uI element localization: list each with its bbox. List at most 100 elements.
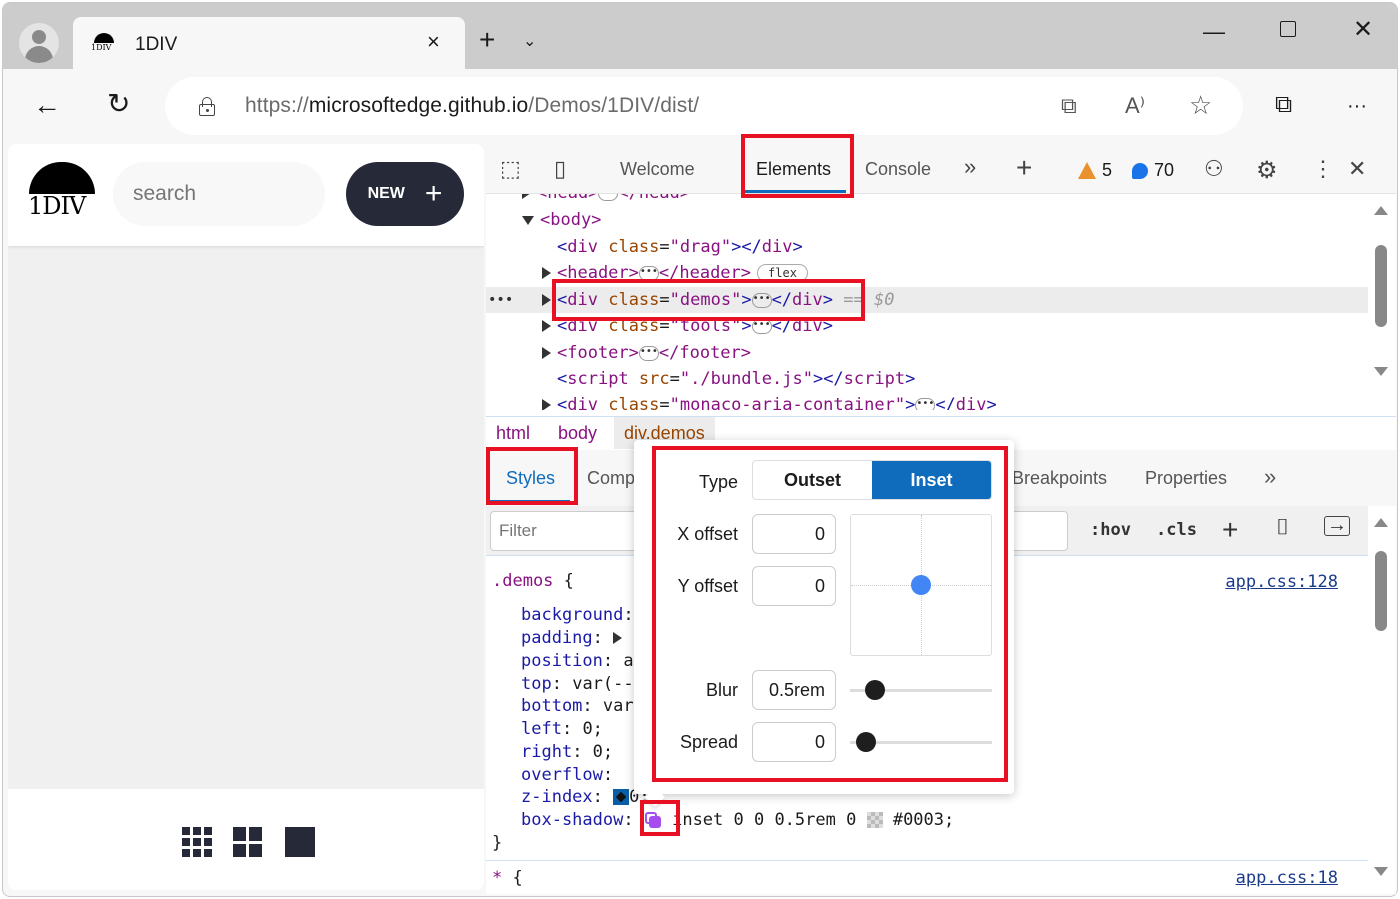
scroll-up-icon[interactable] [1374,518,1388,527]
grid-3x3-icon[interactable] [182,827,212,857]
tab-elements[interactable]: Elements [756,159,831,180]
style-prop-overflow[interactable]: overflow: [521,764,623,787]
spread-slider[interactable] [850,732,992,752]
search-input[interactable] [113,162,325,226]
collections-icon[interactable]: ⧉ [1275,91,1292,119]
inset-option[interactable]: Inset [872,461,991,499]
style-prop-top[interactable]: top: var(-- [521,673,634,696]
back-arrow-icon[interactable]: ← [33,89,61,121]
more-options-icon[interactable]: ··· [1347,95,1367,118]
dom-node-body[interactable]: <body> [486,207,1368,233]
outset-option[interactable]: Outset [753,461,872,499]
warnings-badge[interactable]: 5 [1078,160,1112,181]
tab-actions-chevron-down-icon[interactable]: ⌄ [523,31,536,51]
style-prop-bottom[interactable]: bottom: var [521,695,634,718]
flex-badge[interactable]: flex [757,264,808,282]
tab-welcome[interactable]: Welcome [620,159,695,180]
tab-close-icon[interactable]: × [427,29,440,55]
messages-badge[interactable]: 70 [1132,160,1174,181]
tab-title: 1DIV [135,34,178,55]
tab-computed[interactable]: Comp [587,468,635,489]
dom-node-drag[interactable]: <div class="drag"></div> [486,234,1368,260]
dom-node-footer[interactable]: <footer>•••</footer> [486,340,1368,366]
maximize-button[interactable] [1280,21,1296,37]
blur-input[interactable] [752,670,836,710]
read-aloud-icon[interactable]: A⁾ [1125,93,1145,119]
spread-slider-thumb[interactable] [856,732,877,752]
new-style-rule-icon[interactable]: + [1222,514,1238,546]
add-tab-icon[interactable]: + [1016,152,1032,184]
source-link-app-css-18[interactable]: app.css:18 [1236,868,1338,888]
dom-node-head[interactable]: <head>•••</head> [486,194,1368,206]
style-prop-position[interactable]: position: a [521,650,634,673]
paintbrush-icon[interactable]: ⌷ [1276,514,1289,540]
style-prop-left[interactable]: left: 0; [521,718,603,741]
node-actions-icon[interactable]: ••• [488,287,513,313]
style-prop-z-index[interactable]: z-index: 0; [521,786,650,809]
device-emulation-icon[interactable]: ▯ [554,156,566,182]
color-swatch[interactable] [866,812,883,828]
offset-xy-pad[interactable] [850,514,992,656]
dom-tree: <head>•••</head> <body> <div class="drag… [486,194,1368,410]
url-text[interactable]: https://microsoftedge.github.io/Demos/1D… [245,94,699,118]
profile-avatar[interactable] [19,23,59,63]
scroll-up-icon[interactable] [1374,206,1388,215]
lock-icon[interactable] [199,97,215,116]
window-close-button[interactable]: ✕ [1353,15,1373,44]
y-offset-input[interactable] [752,566,836,606]
rule-universal-selector[interactable]: * { [492,867,523,890]
new-button[interactable]: NEW + [346,162,464,226]
more-tabs-icon[interactable]: » [964,154,976,180]
dom-node-tools[interactable]: <div class="tools">•••</div> [486,313,1368,339]
styles-scrollbar[interactable] [1374,518,1388,876]
scrollbar-thumb[interactable] [1375,245,1387,327]
close-devtools-icon[interactable]: ✕ [1348,156,1366,182]
style-prop-box-shadow[interactable]: box-shadow: inset 0 0 0.5rem 0 #0003; [521,809,954,832]
style-prop-background[interactable]: background: [521,604,634,627]
scroll-down-icon[interactable] [1374,367,1388,376]
rule-selector[interactable]: .demos { [492,570,574,593]
favorite-star-icon[interactable]: ☆ [1189,90,1212,121]
open-in-app-icon[interactable]: ⧉ [1061,93,1077,119]
feedback-icon[interactable]: ⚇ [1204,156,1224,182]
scrollbar-thumb[interactable] [1375,551,1387,631]
offset-handle[interactable] [911,575,931,595]
breadcrumb-html[interactable]: html [496,423,530,444]
address-bar[interactable]: https://microsoftedge.github.io/Demos/1D… [165,77,1243,135]
inspect-element-icon[interactable]: ⬚ [500,156,521,182]
grid-2x2-icon[interactable] [233,827,263,857]
dom-node-demos[interactable]: ••• <div class="demos">•••</div> == $0 [486,287,1368,313]
tab-styles[interactable]: Styles [506,468,555,489]
scroll-down-icon[interactable] [1374,867,1388,876]
blur-slider-thumb[interactable] [864,680,885,700]
style-prop-padding[interactable]: padding: [521,627,628,650]
stacking-context-icon[interactable] [613,789,630,805]
source-link-app-css-128[interactable]: app.css:128 [1225,572,1338,592]
dom-tree-scrollbar[interactable] [1374,206,1388,376]
class-toggle[interactable]: .cls [1156,520,1197,540]
browser-tab[interactable]: 1DIV 1DIV × [73,17,465,69]
dom-node-header[interactable]: <header>•••</header> flex [486,260,1368,286]
favicon-icon: 1DIV [91,33,117,55]
toggle-sidebar-icon[interactable]: → [1324,515,1350,536]
reload-icon[interactable]: ↻ [107,87,130,120]
minimize-button[interactable]: — [1203,19,1225,45]
shadow-editor-icon[interactable] [644,811,662,829]
grid-1x1-icon[interactable] [285,827,315,857]
tab-properties[interactable]: Properties [1145,468,1227,489]
tab-console[interactable]: Console [865,159,931,180]
spread-input[interactable] [752,722,836,762]
tab-breakpoints[interactable]: Breakpoints [1012,468,1107,489]
customize-menu-icon[interactable]: ⋮ [1312,156,1334,182]
gear-icon[interactable]: ⚙ [1256,156,1278,185]
hover-state-toggle[interactable]: :hov [1090,520,1131,540]
style-prop-right[interactable]: right: 0; [521,741,613,764]
new-tab-button[interactable]: + [479,25,495,55]
dom-node-script[interactable]: <script src="./bundle.js"></script> [486,366,1368,392]
dom-node-monaco[interactable]: <div class="monaco-aria-container">•••</… [486,392,1368,410]
breadcrumb-body[interactable]: body [558,423,597,444]
app-footer [8,789,484,890]
x-offset-input[interactable] [752,514,836,554]
blur-slider[interactable] [850,680,992,700]
more-subtabs-icon[interactable]: » [1264,464,1276,490]
